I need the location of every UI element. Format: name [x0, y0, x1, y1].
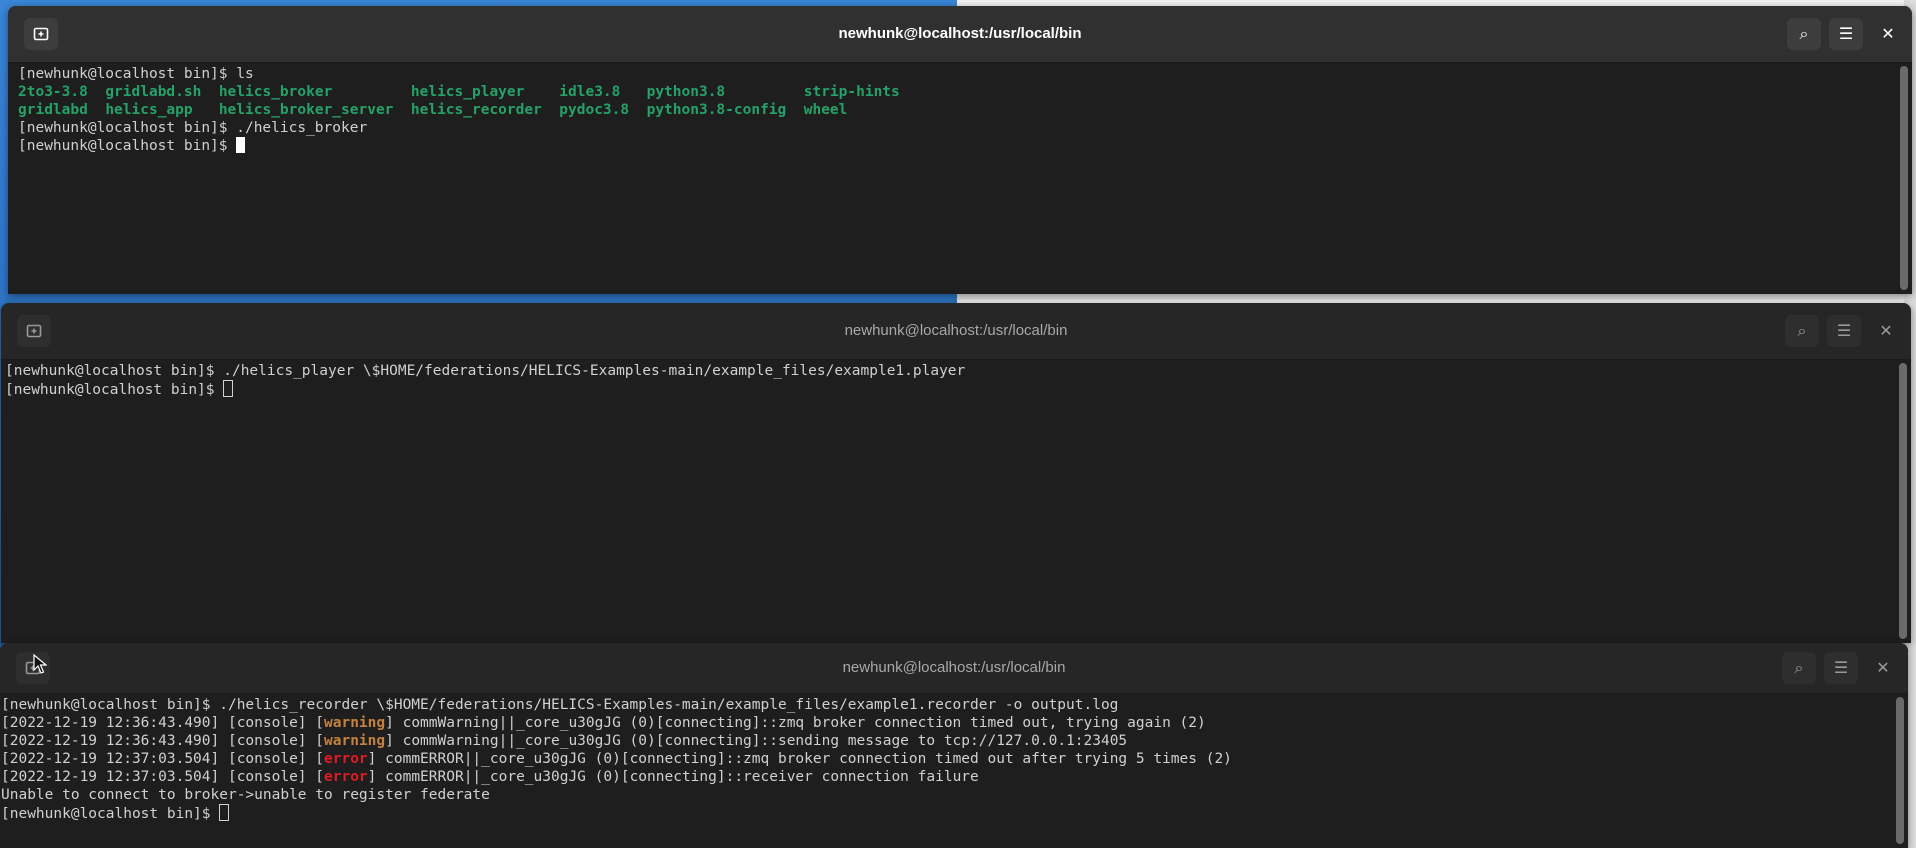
line-text: [2022-12-19 12:37:03.504] [console] [: [1, 769, 325, 785]
terminal-line: [newhunk@localhost bin]$ ./helics_broker: [18, 119, 1894, 137]
search-icon: ⌕: [1797, 321, 1807, 340]
terminal-line: [newhunk@localhost bin]$ ./helics_record…: [1, 696, 1890, 714]
executable-name: gridlabd: [18, 102, 106, 118]
terminal-line: 2to3-3.8 gridlabd.sh helics_broker helic…: [18, 83, 1894, 101]
error-label: error: [324, 769, 368, 785]
line-text: [newhunk@localhost bin]$: [5, 382, 224, 398]
hamburger-menu-icon: ☰: [1836, 321, 1852, 340]
terminal-line: [2022-12-19 12:37:03.504] [console] [err…: [1, 750, 1890, 768]
terminal-line: [2022-12-19 12:36:43.490] [console] [war…: [1, 714, 1890, 732]
terminal-line: [newhunk@localhost bin]$: [5, 380, 1893, 398]
executable-name: helics_player: [410, 84, 560, 100]
line-text: [newhunk@localhost bin]$ ./helics_broker: [18, 120, 368, 136]
scrollbar[interactable]: [1899, 363, 1907, 639]
search-icon: ⌕: [1794, 658, 1804, 677]
window-title: newhunk@localhost:/usr/local/bin: [844, 322, 1068, 339]
executable-name: gridlabd.sh: [105, 84, 219, 100]
terminal-line: [newhunk@localhost bin]$: [18, 137, 1894, 155]
search-button[interactable]: ⌕: [1785, 315, 1819, 347]
terminal-window-broker[interactable]: newhunk@localhost:/usr/local/bin ⌕ ☰ ✕ […: [8, 6, 1912, 294]
executable-name: helics_recorder: [410, 102, 560, 118]
close-icon: ✕: [1881, 24, 1895, 43]
mouse-pointer-icon: [33, 654, 47, 674]
text-cursor: [223, 380, 234, 397]
text-cursor: [236, 137, 246, 153]
executable-name: python3.8: [646, 84, 804, 100]
executable-name: strip-hints: [803, 84, 900, 100]
title-bar[interactable]: newhunk@localhost:/usr/local/bin ⌕ ☰ ✕: [1, 303, 1911, 360]
line-text: [newhunk@localhost bin]$ ls: [18, 66, 254, 82]
terminal-output[interactable]: [newhunk@localhost bin]$ ls 2to3-3.8 grid…: [8, 63, 1894, 294]
executable-name: helics_broker: [218, 84, 411, 100]
line-text: [2022-12-19 12:37:03.504] [console] [: [1, 751, 325, 767]
window-title: newhunk@localhost:/usr/local/bin: [838, 25, 1082, 42]
terminal-line: [newhunk@localhost bin]$: [1, 804, 1890, 822]
line-text: [2022-12-19 12:36:43.490] [console] [: [1, 715, 325, 731]
terminal-line: [newhunk@localhost bin]$ ./helics_player…: [5, 362, 1893, 380]
line-text: Unable to connect to broker->unable to r…: [1, 787, 490, 803]
line-text: ] commWarning||_core_u30gJG (0)[connecti…: [385, 715, 1206, 731]
search-icon: ⌕: [1799, 24, 1809, 43]
error-label: error: [324, 751, 368, 767]
close-icon: ✕: [1879, 321, 1893, 340]
warning-label: warning: [324, 733, 386, 749]
line-text: [newhunk@localhost bin]$: [18, 138, 237, 154]
menu-button[interactable]: ☰: [1824, 652, 1858, 684]
scrollbar[interactable]: [1896, 697, 1904, 844]
line-text: [newhunk@localhost bin]$ ./helics_player…: [5, 363, 966, 379]
terminal-window-player[interactable]: newhunk@localhost:/usr/local/bin ⌕ ☰ ✕ […: [1, 303, 1911, 643]
terminal-output[interactable]: [newhunk@localhost bin]$ ./helics_player…: [1, 360, 1893, 643]
terminal-line: [2022-12-19 12:36:43.490] [console] [war…: [1, 732, 1890, 750]
line-text: ] commERROR||_core_u30gJG (0)[connecting…: [367, 751, 1232, 767]
executable-name: python3.8-config: [646, 102, 804, 118]
hamburger-menu-icon: ☰: [1838, 24, 1854, 43]
close-icon: ✕: [1876, 658, 1890, 677]
line-text: [newhunk@localhost bin]$ ./helics_record…: [1, 697, 1119, 713]
executable-name: helics_broker_server: [218, 102, 411, 118]
close-button[interactable]: ✕: [1870, 315, 1902, 347]
search-button[interactable]: ⌕: [1787, 18, 1821, 50]
terminal-output[interactable]: [newhunk@localhost bin]$ ./helics_record…: [0, 694, 1890, 848]
terminal-line: [newhunk@localhost bin]$ ls: [18, 65, 1894, 83]
title-bar[interactable]: newhunk@localhost:/usr/local/bin ⌕ ☰ ✕: [0, 643, 1908, 694]
menu-button[interactable]: ☰: [1827, 315, 1861, 347]
search-button[interactable]: ⌕: [1782, 652, 1816, 684]
executable-name: 2to3-3.8: [18, 84, 106, 100]
warning-label: warning: [324, 715, 386, 731]
line-text: ] commERROR||_core_u30gJG (0)[connecting…: [367, 769, 979, 785]
terminal-line: Unable to connect to broker->unable to r…: [1, 786, 1890, 804]
executable-name: wheel: [803, 102, 848, 118]
close-button[interactable]: ✕: [1867, 652, 1899, 684]
text-cursor: [219, 804, 230, 821]
terminal-window-recorder[interactable]: newhunk@localhost:/usr/local/bin ⌕ ☰ ✕ […: [0, 643, 1908, 848]
line-text: [2022-12-19 12:36:43.490] [console] [: [1, 733, 325, 749]
executable-name: helics_app: [105, 102, 219, 118]
menu-button[interactable]: ☰: [1829, 18, 1863, 50]
executable-name: idle3.8: [559, 84, 647, 100]
terminal-line: [2022-12-19 12:37:03.504] [console] [err…: [1, 768, 1890, 786]
title-bar[interactable]: newhunk@localhost:/usr/local/bin ⌕ ☰ ✕: [8, 6, 1912, 63]
close-button[interactable]: ✕: [1872, 18, 1904, 50]
line-text: [newhunk@localhost bin]$: [1, 806, 220, 822]
scrollbar[interactable]: [1900, 66, 1908, 290]
line-text: ] commWarning||_core_u30gJG (0)[connecti…: [385, 733, 1128, 749]
executable-name: pydoc3.8: [559, 102, 647, 118]
terminal-line: gridlabd helics_app helics_broker_server…: [18, 101, 1894, 119]
hamburger-menu-icon: ☰: [1833, 658, 1849, 677]
window-title: newhunk@localhost:/usr/local/bin: [842, 659, 1066, 676]
